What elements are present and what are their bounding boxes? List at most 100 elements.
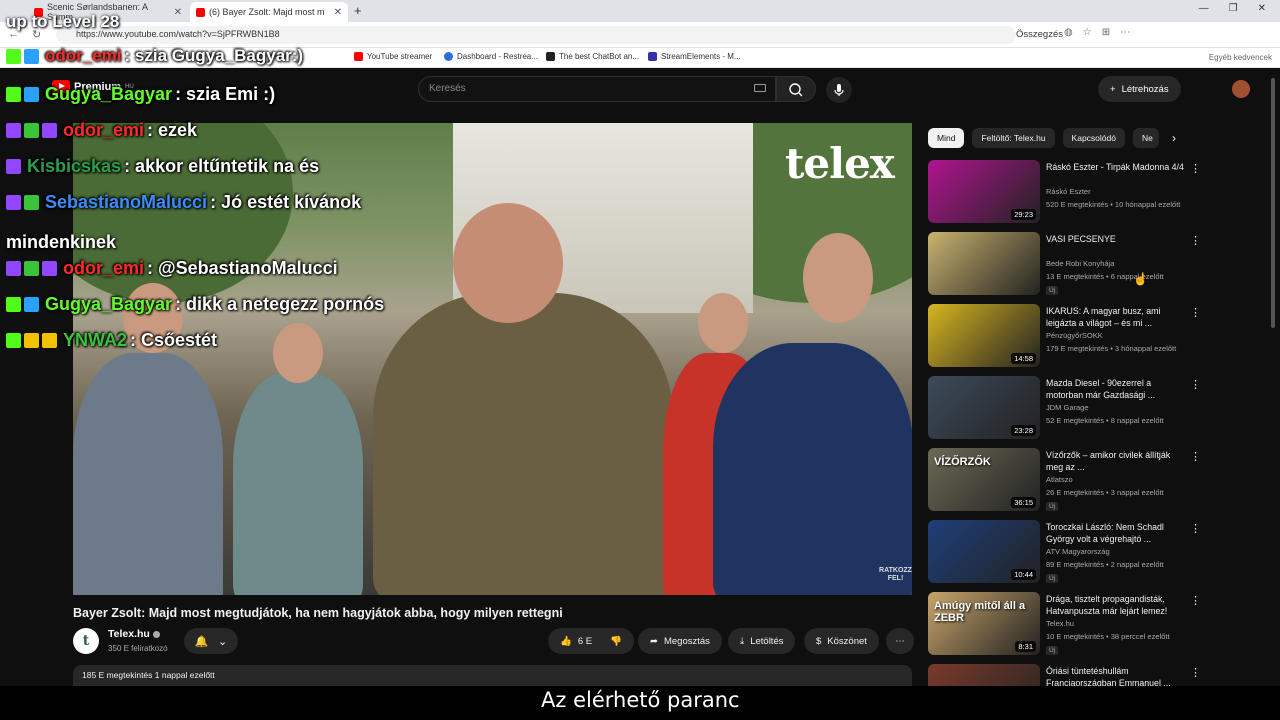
url-field[interactable]: https://www.youtube.com/watch?v=SjPFRWBN… xyxy=(56,26,1016,44)
bookmark-streamelements[interactable]: StreamElements - M... xyxy=(648,52,741,61)
notification-bell-button[interactable]: 🔔 ⌄ xyxy=(184,628,238,654)
more-vert-icon[interactable]: ⋮ xyxy=(1190,162,1201,175)
recommendation-item[interactable]: 29:23 Ráskó Eszter - Tirpák Madonna 4/4 Rá… xyxy=(928,160,1258,224)
recommendation-title[interactable]: Ráskó Eszter - Tirpák Madonna 4/4 xyxy=(1046,161,1186,173)
recommendation-item[interactable]: VÍZŐRZŐK 36:15 Vízőrzők – amikor civilek á… xyxy=(928,448,1258,512)
chip-uploader[interactable]: Feltöltő: Telex.hu xyxy=(972,128,1055,148)
chat-badge-icon xyxy=(6,87,21,102)
chat-username: Kisbicskas xyxy=(27,156,122,176)
more-actions-button[interactable]: ⋯ xyxy=(886,628,914,654)
more-vert-icon[interactable]: ⋮ xyxy=(1190,378,1201,391)
recommendation-channel[interactable]: ATV Magyarország xyxy=(1046,547,1110,556)
filter-chips: Mind Feltöltő: Telex.hu Kapcsolódó Ne xyxy=(928,128,1159,148)
recommendation-title[interactable]: Mazda Diesel - 90ezerrel a motorban már … xyxy=(1046,377,1186,401)
scrollbar-thumb[interactable] xyxy=(1271,78,1275,328)
more-vert-icon[interactable]: ⋮ xyxy=(1190,234,1201,247)
search-input[interactable]: Keresés xyxy=(418,76,776,102)
download-button[interactable]: ⤓ Letöltés xyxy=(728,628,796,654)
extension-icon[interactable]: ◍ xyxy=(1064,27,1073,38)
video-thumbnail[interactable]: 14:58 xyxy=(928,304,1040,367)
recommendation-item[interactable]: 23:28 Mazda Diesel - 90ezerrel a motorban… xyxy=(928,376,1258,440)
new-tab-button[interactable]: + xyxy=(354,3,362,18)
star-icon[interactable]: ☆ xyxy=(1083,27,1092,38)
chat-username: odor_emi xyxy=(45,46,122,65)
close-window-button[interactable]: ✕ xyxy=(1258,3,1266,14)
account-avatar[interactable] xyxy=(1232,80,1250,98)
recommendation-item[interactable]: 14:58 IKARUS: A magyar busz, ami leigázta… xyxy=(928,304,1258,368)
share-button[interactable]: ➦ Megosztás xyxy=(638,628,722,654)
settings-icon[interactable]: ⋯ xyxy=(1120,27,1130,38)
create-button[interactable]: + Létrehozás xyxy=(1098,76,1181,102)
chevron-right-icon[interactable]: › xyxy=(1172,131,1176,145)
recommendation-title[interactable]: Toroczkai László: Nem Schadl György volt… xyxy=(1046,521,1186,545)
tab-bayer[interactable]: (6) Bayer Zsolt: Majd most m ✕ xyxy=(190,2,348,22)
chat-level-text: up to Level 28 xyxy=(6,12,120,31)
recommendation-item[interactable]: Amúgy mitől áll a ZEBR 8:31 Drága, tisztel… xyxy=(928,592,1258,656)
chat-message: Gugya_Bagyar : szia Emi :) xyxy=(6,84,275,105)
chat-badge-icon xyxy=(24,123,39,138)
duration-badge: 10:44 xyxy=(1011,569,1036,580)
chat-text: : szia Emi :) xyxy=(175,84,276,104)
recommendation-item[interactable]: VASI PECSENYE Bede Robi Konyhája 13 E megt… xyxy=(928,232,1258,296)
description-box[interactable]: 185 E megtekintés 1 nappal ezelőtt xyxy=(73,665,912,686)
recommendation-channel[interactable]: Bede Robi Konyhája xyxy=(1046,259,1114,268)
channel-avatar[interactable]: t xyxy=(73,628,99,654)
keyboard-icon[interactable] xyxy=(754,84,766,92)
recommendation-meta: 89 E megtekintés • 2 nappal ezelőtt xyxy=(1046,560,1164,569)
recommendation-channel[interactable]: Atlatszo xyxy=(1046,475,1073,484)
minimize-button[interactable]: — xyxy=(1199,3,1209,14)
bookmark-youtube-streamer[interactable]: YouTube streamer xyxy=(354,52,432,61)
thanks-button[interactable]: $ Köszönet xyxy=(804,628,879,654)
mic-button[interactable] xyxy=(826,77,852,103)
close-icon[interactable]: ✕ xyxy=(334,7,342,18)
video-thumbnail[interactable]: 29:23 xyxy=(928,160,1040,223)
video-thumbnail[interactable] xyxy=(928,232,1040,295)
more-vert-icon[interactable]: ⋮ xyxy=(1190,450,1201,463)
scrollbar[interactable] xyxy=(1270,68,1276,686)
recommendation-meta: 179 E megtekintés • 3 hónappal ezelőtt xyxy=(1046,344,1177,353)
person-shape xyxy=(233,373,363,595)
maximize-button[interactable]: ❐ xyxy=(1229,3,1238,14)
chip-all[interactable]: Mind xyxy=(928,128,965,148)
dislike-icon[interactable]: 👎 xyxy=(610,636,622,647)
bookmark-chatbot[interactable]: The best ChatBot an... xyxy=(546,52,639,61)
chat-badge-icon xyxy=(24,261,39,276)
like-count[interactable]: 6 E xyxy=(578,636,592,647)
recommendation-channel[interactable]: Ráskó Eszter xyxy=(1046,187,1091,196)
recommendation-channel[interactable]: PénzügyőrSOKK xyxy=(1046,331,1103,340)
verified-icon xyxy=(152,630,160,638)
more-vert-icon[interactable]: ⋮ xyxy=(1190,306,1201,319)
search-button[interactable] xyxy=(776,76,816,102)
other-favorites[interactable]: Egyéb kedvencek xyxy=(1209,53,1272,62)
recommendation-meta: 10 E megtekintés • 38 perccel ezelőtt xyxy=(1046,632,1170,641)
bookmark-dashboard[interactable]: Dashboard - Restrea... xyxy=(444,52,538,61)
chat-badge-icon xyxy=(24,87,39,102)
recommendation-title[interactable]: VASI PECSENYE xyxy=(1046,233,1186,245)
chip-related[interactable]: Kapcsolódó xyxy=(1062,128,1125,148)
more-vert-icon[interactable]: ⋮ xyxy=(1190,594,1201,607)
more-vert-icon[interactable]: ⋮ xyxy=(1190,666,1201,679)
chat-text: : @SebastianoMalucci xyxy=(147,258,338,278)
more-vert-icon[interactable]: ⋮ xyxy=(1190,522,1201,535)
video-thumbnail[interactable]: Amúgy mitől áll a ZEBR 8:31 xyxy=(928,592,1040,655)
recommendation-title[interactable]: Drága, tisztelt propagandisták, Hatvanpu… xyxy=(1046,593,1186,617)
close-icon[interactable]: ✕ xyxy=(174,7,182,18)
recommendation-channel[interactable]: JDM Garage xyxy=(1046,403,1089,412)
chat-badge-icon xyxy=(42,333,57,348)
recommendation-title[interactable]: Vízőrzők – amikor civilek állítják meg a… xyxy=(1046,449,1186,473)
summary-button[interactable]: Összegzés xyxy=(1016,29,1063,40)
video-thumbnail[interactable]: 10:44 xyxy=(928,520,1040,583)
chip-more[interactable]: Ne xyxy=(1132,128,1159,148)
duration-badge: 8:31 xyxy=(1015,641,1036,652)
subscriber-count: 350 E feliratkozó xyxy=(108,644,168,653)
video-thumbnail[interactable]: 23:28 xyxy=(928,376,1040,439)
channel-name[interactable]: Telex.hu xyxy=(108,628,160,640)
recommendation-channel[interactable]: Telex.hu xyxy=(1046,619,1074,628)
thanks-icon: $ xyxy=(816,635,822,647)
collections-icon[interactable]: ⊞ xyxy=(1102,27,1110,38)
like-icon[interactable]: 👍 xyxy=(560,636,572,647)
recommendation-title[interactable]: IKARUS: A magyar busz, ami leigázta a vi… xyxy=(1046,305,1186,329)
download-icon: ⤓ xyxy=(740,635,745,647)
recommendation-item[interactable]: 10:44 Toroczkai László: Nem Schadl György… xyxy=(928,520,1258,584)
video-thumbnail[interactable]: VÍZŐRZŐK 36:15 xyxy=(928,448,1040,511)
